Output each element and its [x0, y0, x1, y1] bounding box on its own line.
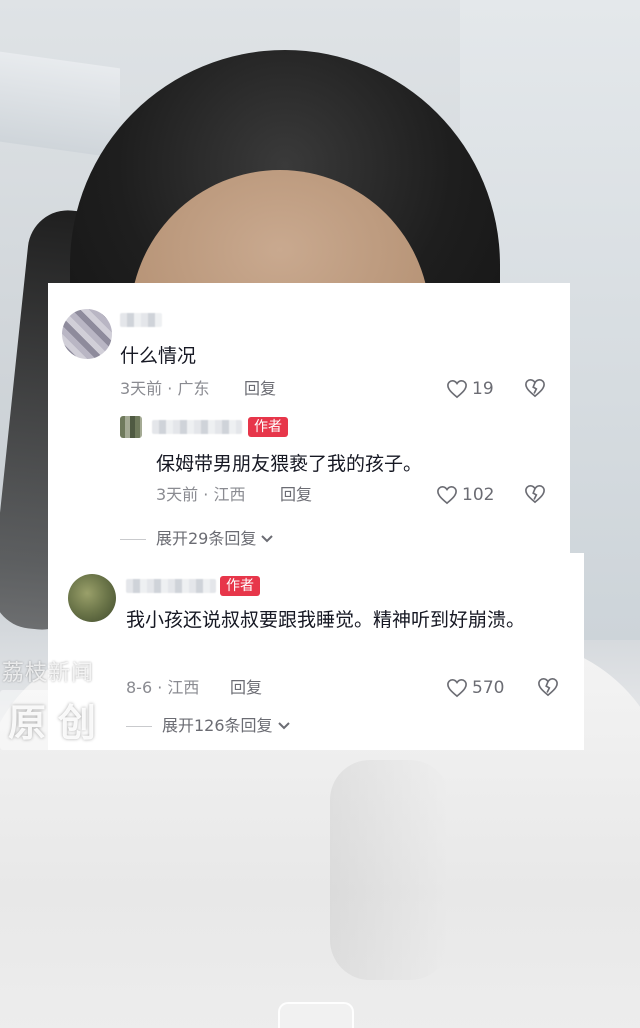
username-blurred[interactable] — [126, 579, 216, 593]
author-tag: 作者 — [248, 417, 288, 437]
video-frame: 什么情况 3天前 · 广东 回复 19 作者 保姆带男朋友猥亵了我的孩子。 3天… — [0, 0, 640, 1028]
broken-heart-icon — [538, 677, 558, 697]
dislike-button[interactable] — [524, 378, 546, 402]
chevron-down-icon — [261, 535, 274, 543]
expand-replies-label: 展开126条回复 — [162, 716, 273, 735]
comment-card-2: 作者 我小孩还说叔叔要跟我睡觉。精神听到好崩溃。 8-6 · 江西 回复 570… — [48, 553, 584, 750]
expand-replies-button[interactable]: 展开29条回复 — [120, 529, 274, 549]
reply-avatar[interactable] — [120, 416, 142, 438]
expand-replies-button[interactable]: 展开126条回复 — [126, 716, 291, 736]
heart-outline-icon — [447, 678, 467, 698]
like-count: 102 — [462, 485, 495, 505]
bottom-control-pill[interactable] — [278, 1002, 354, 1028]
comment-meta: 8-6 · 江西 — [126, 678, 200, 697]
reply-username-blurred[interactable] — [152, 420, 242, 434]
comment-text: 什么情况 — [120, 345, 197, 367]
reply-text: 保姆带男朋友猥亵了我的孩子。 — [156, 453, 423, 475]
author-tag: 作者 — [220, 576, 260, 596]
watermark-brand: 荔枝新闻 — [2, 661, 95, 686]
dislike-button[interactable] — [524, 484, 546, 508]
reply-button[interactable]: 回复 — [230, 678, 262, 698]
comment-meta: 3天前 · 广东 — [120, 379, 210, 398]
expand-replies-label: 展开29条回复 — [156, 529, 257, 548]
like-count: 19 — [472, 379, 494, 399]
chevron-down-icon — [277, 722, 290, 730]
reply-button[interactable]: 回复 — [244, 379, 276, 399]
background-ceiling — [0, 51, 120, 159]
avatar[interactable] — [62, 309, 112, 359]
watermark-label: 原创 — [8, 701, 109, 745]
comment-card-1: 什么情况 3天前 · 广东 回复 19 作者 保姆带男朋友猥亵了我的孩子。 3天… — [48, 283, 570, 553]
comment-text: 我小孩还说叔叔要跟我睡觉。精神听到好崩溃。 — [126, 609, 526, 631]
like-button[interactable]: 102 — [436, 484, 494, 506]
like-button[interactable]: 19 — [446, 378, 494, 400]
reply-meta: 3天前 · 江西 — [156, 485, 246, 504]
divider-dash — [120, 538, 146, 540]
broken-heart-icon — [525, 484, 545, 504]
shirt-shadow — [330, 760, 450, 980]
heart-outline-icon — [447, 379, 467, 399]
like-button[interactable]: 570 — [446, 677, 504, 699]
broken-heart-icon — [525, 378, 545, 398]
avatar[interactable] — [68, 574, 116, 622]
divider-dash — [126, 725, 152, 727]
like-count: 570 — [472, 678, 505, 698]
dislike-button[interactable] — [537, 677, 559, 701]
heart-outline-icon — [437, 485, 457, 505]
reply-button[interactable]: 回复 — [280, 485, 312, 505]
username-blurred[interactable] — [120, 313, 162, 327]
